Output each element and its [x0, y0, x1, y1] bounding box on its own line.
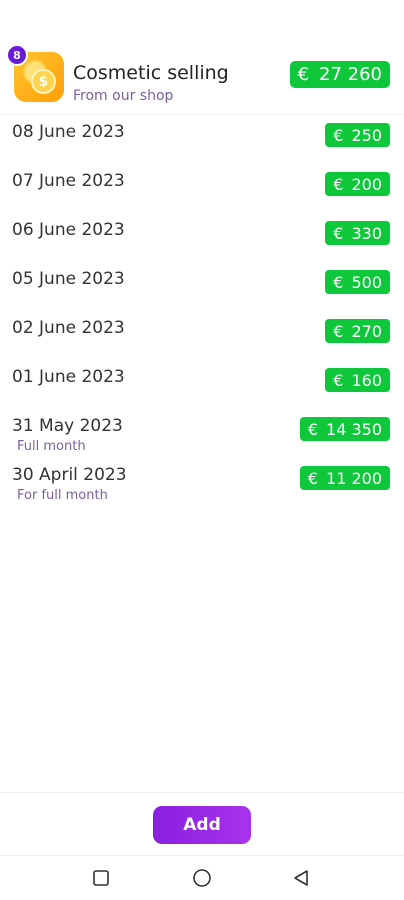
entry-currency: € — [333, 125, 344, 145]
home-icon[interactable] — [192, 868, 212, 888]
entry-currency: € — [307, 419, 319, 439]
entry-date: 02 June 2023 — [12, 318, 125, 338]
list-item[interactable]: 30 April 2023 For full month € 11 200 — [0, 465, 404, 513]
list-item[interactable]: 31 May 2023 Full month € 14 350 — [0, 416, 404, 464]
entry-amount-badge: € 250 — [325, 123, 390, 147]
entry-amount: 250 — [351, 125, 382, 145]
entry-amount: 330 — [351, 223, 382, 243]
entry-count-badge: 8 — [6, 44, 28, 66]
entry-date: 07 June 2023 — [12, 171, 125, 191]
list-item[interactable]: 06 June 2023 € 330 — [0, 220, 404, 268]
entry-amount-badge: € 270 — [325, 319, 390, 343]
recent-apps-icon[interactable] — [91, 868, 111, 888]
system-navigation-bar — [0, 856, 404, 900]
entry-amount-badge: € 11 200 — [299, 466, 390, 490]
entry-note: Full month — [17, 439, 86, 454]
entry-amount: 14 350 — [326, 419, 382, 439]
entry-currency: € — [333, 321, 344, 341]
entry-amount-badge: € 160 — [325, 368, 390, 392]
screen: $ 8 Cosmetic selling From our shop € 27 … — [0, 0, 404, 900]
entry-currency: € — [307, 468, 319, 488]
total-amount-badge: € 27 260 — [289, 61, 390, 88]
entry-date: 30 April 2023 — [12, 465, 127, 485]
category-header[interactable]: $ 8 Cosmetic selling From our shop € 27 … — [0, 40, 404, 114]
dollar-coin-icon: $ — [31, 69, 56, 94]
entry-currency: € — [333, 174, 344, 194]
entry-amount: 500 — [351, 272, 382, 292]
total-currency: € — [297, 64, 310, 85]
entry-amount: 11 200 — [326, 468, 382, 488]
list-item[interactable]: 08 June 2023 € 250 — [0, 122, 404, 170]
entry-date: 01 June 2023 — [12, 367, 125, 387]
entry-amount-badge: € 330 — [325, 221, 390, 245]
entry-date: 08 June 2023 — [12, 122, 125, 142]
entry-amount: 160 — [351, 370, 382, 390]
add-button[interactable]: Add — [153, 806, 251, 844]
entry-amount: 200 — [351, 174, 382, 194]
entry-note: For full month — [17, 488, 108, 503]
entry-currency: € — [333, 370, 344, 390]
list-item[interactable]: 02 June 2023 € 270 — [0, 318, 404, 366]
list-item[interactable]: 01 June 2023 € 160 — [0, 367, 404, 415]
back-icon[interactable] — [291, 868, 311, 888]
header-divider — [0, 114, 404, 115]
total-amount: 27 260 — [319, 64, 382, 85]
entry-date: 31 May 2023 — [12, 416, 123, 436]
entry-amount: 270 — [351, 321, 382, 341]
entry-date: 05 June 2023 — [12, 269, 125, 289]
entry-date: 06 June 2023 — [12, 220, 125, 240]
entry-currency: € — [333, 223, 344, 243]
entry-amount-badge: € 200 — [325, 172, 390, 196]
list-item[interactable]: 05 June 2023 € 500 — [0, 269, 404, 317]
entry-amount-badge: € 14 350 — [299, 417, 390, 441]
list-item[interactable]: 07 June 2023 € 200 — [0, 171, 404, 219]
entry-currency: € — [333, 272, 344, 292]
entry-amount-badge: € 500 — [325, 270, 390, 294]
footer-divider — [0, 792, 404, 793]
category-title: Cosmetic selling — [73, 62, 229, 84]
category-subtitle: From our shop — [73, 88, 174, 104]
